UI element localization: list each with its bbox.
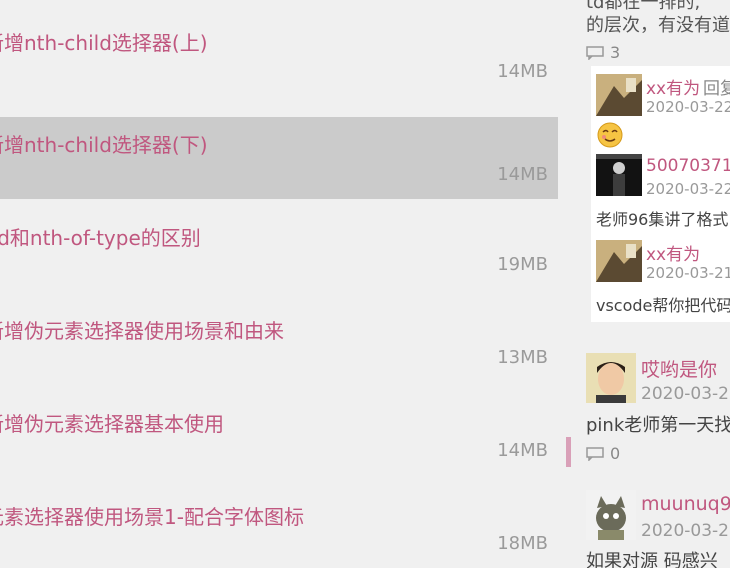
reply-action: 回复 bbox=[703, 79, 730, 99]
lesson-item-active[interactable]: 新增nth-child选择器(下) 14MB bbox=[0, 117, 558, 199]
reply-author[interactable]: 500703716 bbox=[646, 156, 730, 176]
avatar-image-icon bbox=[596, 154, 642, 196]
lesson-item[interactable]: 新增nth-child选择器(上) 14MB bbox=[0, 9, 558, 91]
reply-date: 2020-03-22 2 bbox=[646, 180, 730, 198]
comments-panel: td都在一排的, 的层次，有没有道 3 xx有为 回复 2020-03-22 2 bbox=[586, 0, 730, 568]
reply-date: 2020-03-21 2 bbox=[646, 264, 730, 282]
reply-count: 0 bbox=[610, 444, 621, 463]
avatar-image-icon bbox=[586, 490, 636, 540]
user-avatar[interactable] bbox=[586, 353, 636, 403]
comment-body: pink老师第一天找 bbox=[586, 415, 730, 436]
user-avatar[interactable] bbox=[596, 240, 642, 282]
lesson-item[interactable]: 伪元素选择器使用场景1-配合字体图标 18MB bbox=[0, 481, 558, 563]
user-avatar[interactable] bbox=[596, 154, 642, 196]
lesson-item[interactable]: 新增伪元素选择器使用场景和由来 13MB bbox=[0, 295, 558, 377]
reply-author[interactable]: xx有为 bbox=[646, 240, 700, 265]
comment-date: 2020-03-21 bbox=[641, 521, 730, 541]
comment-author[interactable]: muunuq93 bbox=[641, 493, 730, 515]
comment-author[interactable]: 哎哟是你 bbox=[641, 355, 717, 382]
reply-count: 3 bbox=[610, 43, 621, 62]
reply-body: vscode帮你把代码 bbox=[596, 296, 730, 315]
comment-bubble-icon bbox=[586, 446, 604, 461]
avatar-image-icon bbox=[586, 353, 636, 403]
emoji-icon bbox=[597, 122, 623, 148]
lesson-title: 新增伪元素选择器基本使用 bbox=[0, 412, 224, 436]
user-avatar[interactable] bbox=[596, 74, 642, 116]
reply-count-button[interactable]: 0 bbox=[586, 444, 620, 463]
lesson-title: nth-child和nth-of-type的区别 bbox=[0, 226, 201, 250]
scroll-marker bbox=[566, 437, 571, 467]
lesson-size: 19MB bbox=[497, 254, 548, 275]
reply-date: 2020-03-22 2 bbox=[646, 98, 730, 116]
comment-text: 的层次，有没有道 bbox=[586, 15, 730, 36]
lesson-title: 新增nth-child选择器(上) bbox=[0, 31, 208, 55]
lesson-size: 14MB bbox=[497, 440, 548, 461]
lesson-title: 新增伪元素选择器使用场景和由来 bbox=[0, 319, 284, 343]
lesson-title: 伪元素选择器使用场景1-配合字体图标 bbox=[0, 505, 304, 529]
lesson-item[interactable]: 新增伪元素选择器基本使用 14MB bbox=[0, 388, 558, 470]
user-avatar[interactable] bbox=[586, 490, 636, 540]
comment-date: 2020-03-21 bbox=[641, 384, 730, 404]
course-page: 新增nth-child选择器(上) 14MB 新增nth-child选择器(下)… bbox=[0, 0, 730, 568]
reply-list: xx有为 回复 2020-03-22 2 500703716 20 bbox=[591, 66, 730, 322]
lesson-title: 新增nth-child选择器(下) bbox=[0, 133, 208, 157]
avatar-image-icon bbox=[596, 240, 642, 282]
reply-count-button[interactable]: 3 bbox=[586, 43, 620, 62]
lesson-item[interactable]: nth-child和nth-of-type的区别 19MB bbox=[0, 202, 558, 284]
comment-body: 如果对源 码感兴 bbox=[586, 551, 718, 568]
comment-bubble-icon bbox=[586, 45, 604, 60]
reply-author[interactable]: xx有为 bbox=[646, 74, 700, 99]
lesson-size: 14MB bbox=[497, 61, 548, 82]
lesson-size: 14MB bbox=[497, 164, 548, 185]
lesson-list: 新增nth-child选择器(上) 14MB 新增nth-child选择器(下)… bbox=[0, 0, 558, 568]
lesson-size: 18MB bbox=[497, 533, 548, 554]
lesson-size: 13MB bbox=[497, 347, 548, 368]
avatar-image-icon bbox=[596, 74, 642, 116]
reply-body: 老师96集讲了格式 bbox=[596, 210, 729, 229]
